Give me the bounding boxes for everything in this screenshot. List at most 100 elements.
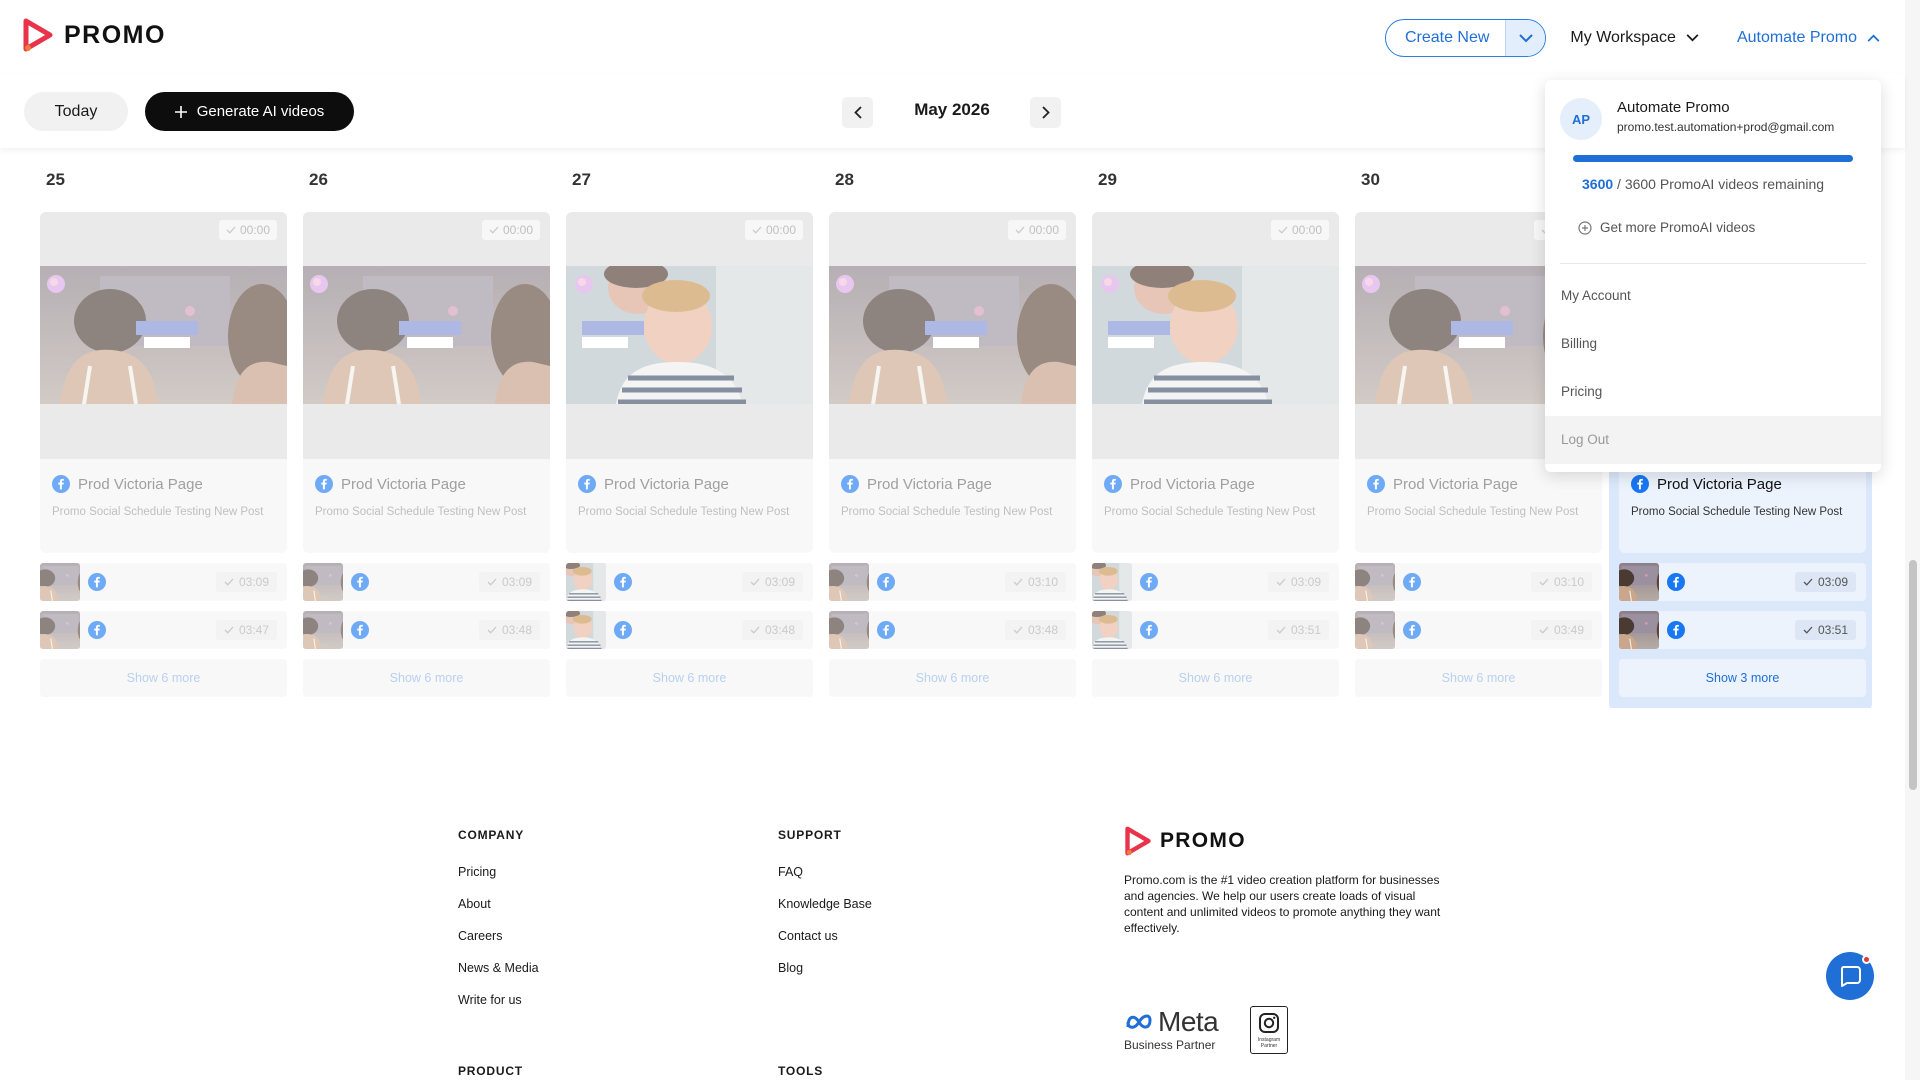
today-button[interactable]: Today (24, 92, 128, 131)
page-name: Prod Victoria Page (341, 475, 466, 493)
create-new-label[interactable]: Create New (1386, 20, 1505, 56)
scheduled-post-card[interactable]: 00:00 Prod Victoria Page Promo Social Sc… (566, 212, 813, 553)
plus-icon (174, 105, 187, 118)
footer-link-faq[interactable]: FAQ (778, 866, 872, 879)
workspace-menu[interactable]: My Workspace (1570, 29, 1699, 47)
scheduled-post-slot[interactable]: 03:51 (1092, 611, 1339, 649)
facebook-icon (315, 475, 333, 493)
scheduled-post-slot[interactable]: 03:09 (566, 563, 813, 601)
facebook-icon (88, 573, 106, 591)
day-number: 30 (1361, 170, 1380, 189)
scheduled-post-card[interactable]: 00:00 Prod Victoria Page Promo Social Sc… (1092, 212, 1339, 553)
page-name: Prod Victoria Page (1130, 475, 1255, 493)
check-icon (1015, 226, 1025, 234)
footer-link-write-for-us[interactable]: Write for us (458, 994, 539, 1007)
scheduled-post-slot[interactable]: 03:09 (1619, 563, 1866, 601)
footer-link-contact-us[interactable]: Contact us (778, 930, 872, 943)
post-time: 03:48 (764, 623, 795, 637)
post-time: 03:48 (501, 623, 532, 637)
scheduled-post-slot[interactable]: 03:09 (303, 563, 550, 601)
post-description: Promo Social Schedule Testing New Post (1367, 506, 1579, 518)
menu-item-pricing[interactable]: Pricing (1545, 368, 1881, 416)
divider (1560, 263, 1866, 264)
day-number: 27 (572, 170, 591, 189)
footer-logo[interactable]: PROMO (1124, 825, 1246, 857)
account-menu[interactable]: Automate Promo (1737, 29, 1880, 47)
quota-suffix: / 3600 PromoAI videos remaining (1613, 176, 1825, 192)
chevron-left-icon (853, 106, 862, 119)
show-more-button[interactable]: Show 6 more (1092, 659, 1339, 697)
show-more-button[interactable]: Show 6 more (829, 659, 1076, 697)
facebook-icon (88, 621, 106, 639)
page-name: Prod Victoria Page (1657, 475, 1782, 493)
page-scrollbar[interactable] (1905, 0, 1920, 1080)
footer-link-knowledge-base[interactable]: Knowledge Base (778, 898, 872, 911)
post-page: Prod Victoria Page (841, 475, 992, 493)
footer-link-pricing[interactable]: Pricing (458, 866, 539, 879)
scheduled-post-slot[interactable]: 03:09 (1092, 563, 1339, 601)
scrollbar-thumb[interactable] (1909, 560, 1917, 790)
menu-item-billing[interactable]: Billing (1545, 320, 1881, 368)
footer-link-news-media[interactable]: News & Media (458, 962, 539, 975)
promo-logo[interactable]: PROMO (22, 18, 166, 52)
scheduled-post-slot[interactable]: 03:48 (303, 611, 550, 649)
video-thumbnail (303, 266, 550, 404)
show-more-button[interactable]: Show 6 more (303, 659, 550, 697)
scheduled-post-slot[interactable]: 03:10 (829, 563, 1076, 601)
post-page: Prod Victoria Page (315, 475, 466, 493)
post-time: 03:09 (238, 575, 269, 589)
check-icon (487, 578, 497, 586)
get-more-videos-link[interactable]: Get more PromoAI videos (1578, 220, 1755, 235)
chevron-up-icon (1867, 34, 1880, 42)
footer-link-about[interactable]: About (458, 898, 539, 911)
scheduled-post-card[interactable]: 00:00 Prod Victoria Page Promo Social Sc… (829, 212, 1076, 553)
scheduled-post-slot[interactable]: 03:48 (566, 611, 813, 649)
scheduled-post-card[interactable]: 00:00 Prod Victoria Page Promo Social Sc… (40, 212, 287, 553)
post-description: Promo Social Schedule Testing New Post (1631, 506, 1843, 518)
prev-month-button[interactable] (842, 97, 873, 128)
header-actions: Create New My Workspace Automate Promo (1384, 19, 1880, 57)
post-time: 03:51 (1290, 623, 1321, 637)
support-chat-button[interactable] (1826, 952, 1874, 1000)
generate-ai-videos-button[interactable]: Generate AI videos (145, 92, 354, 131)
footer-link-blog[interactable]: Blog (778, 962, 872, 975)
create-new-dropdown-toggle[interactable] (1505, 20, 1546, 56)
facebook-icon (877, 621, 895, 639)
create-new-button[interactable]: Create New (1384, 19, 1547, 57)
post-time-badge: 03:09 (1794, 572, 1856, 592)
scheduled-post-slot[interactable]: 03:47 (40, 611, 287, 649)
facebook-icon (841, 475, 859, 493)
account-name: Automate Promo (1617, 99, 1730, 116)
check-icon (1539, 626, 1549, 634)
show-more-button[interactable]: Show 3 more (1619, 659, 1866, 697)
scheduled-post-slot[interactable]: 03:49 (1355, 611, 1602, 649)
post-time-badge: 03:48 (741, 620, 803, 640)
footer-link-careers[interactable]: Careers (458, 930, 539, 943)
menu-item-my-account[interactable]: My Account (1545, 272, 1881, 320)
scheduled-post-slot[interactable]: 03:48 (829, 611, 1076, 649)
menu-item-log-out[interactable]: Log Out (1545, 416, 1881, 464)
show-more-button[interactable]: Show 6 more (40, 659, 287, 697)
quota-text: 3600 / 3600 PromoAI videos remaining (1582, 176, 1824, 192)
scheduled-post-slot[interactable]: 03:09 (40, 563, 287, 601)
show-more-button[interactable]: Show 6 more (1355, 659, 1602, 697)
scheduled-post-slot[interactable]: 03:51 (1619, 611, 1866, 649)
duration-badge: 00:00 (218, 220, 277, 240)
duration-badge: 00:00 (481, 220, 540, 240)
post-thumbnail (829, 563, 869, 601)
show-more-button[interactable]: Show 6 more (566, 659, 813, 697)
next-month-button[interactable] (1030, 97, 1061, 128)
post-page: Prod Victoria Page (1367, 475, 1518, 493)
scheduled-post-card[interactable]: 00:00 Prod Victoria Page Promo Social Sc… (303, 212, 550, 553)
scheduled-post-slot[interactable]: 03:10 (1355, 563, 1602, 601)
facebook-icon (614, 621, 632, 639)
footer-company-heading: COMPANY (458, 828, 525, 842)
video-thumbnail (40, 266, 287, 404)
post-media: 00:00 (829, 212, 1076, 459)
duration: 00:00 (1291, 223, 1322, 237)
facebook-icon (614, 573, 632, 591)
post-time: 03:48 (1027, 623, 1058, 637)
facebook-icon (1667, 621, 1685, 639)
day-number: 26 (309, 170, 328, 189)
chat-icon (1840, 966, 1861, 987)
